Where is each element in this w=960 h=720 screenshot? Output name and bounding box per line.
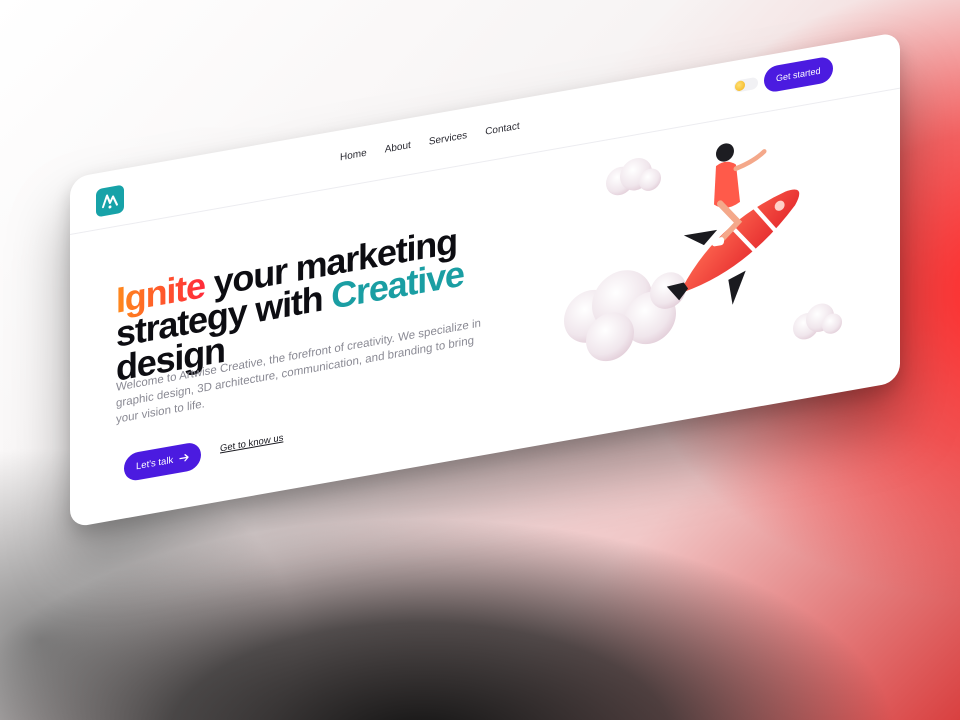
artwise-logo-icon[interactable] — [96, 184, 124, 218]
exhaust-cloud-icon — [564, 270, 686, 362]
nav-home[interactable]: Home — [340, 148, 367, 164]
get-started-button[interactable]: Get started — [764, 55, 833, 94]
get-to-know-us-link[interactable]: Get to know us — [220, 432, 283, 454]
nav-services[interactable]: Services — [429, 130, 467, 148]
main-nav: Home About Services Contact — [340, 121, 520, 164]
arrow-right-icon — [179, 454, 189, 462]
cloud-right-icon — [793, 303, 842, 340]
cloud-small-icon — [606, 157, 661, 196]
lets-talk-label: Let's talk — [136, 454, 174, 472]
website-card: Home About Services Contact Get started … — [70, 31, 900, 528]
rocket-illustration — [564, 143, 842, 362]
lets-talk-button[interactable]: Let's talk — [124, 440, 202, 483]
nav-about[interactable]: About — [385, 140, 411, 156]
theme-toggle[interactable] — [734, 76, 758, 93]
nav-contact[interactable]: Contact — [485, 121, 519, 138]
sun-toggle-icon — [735, 79, 745, 92]
